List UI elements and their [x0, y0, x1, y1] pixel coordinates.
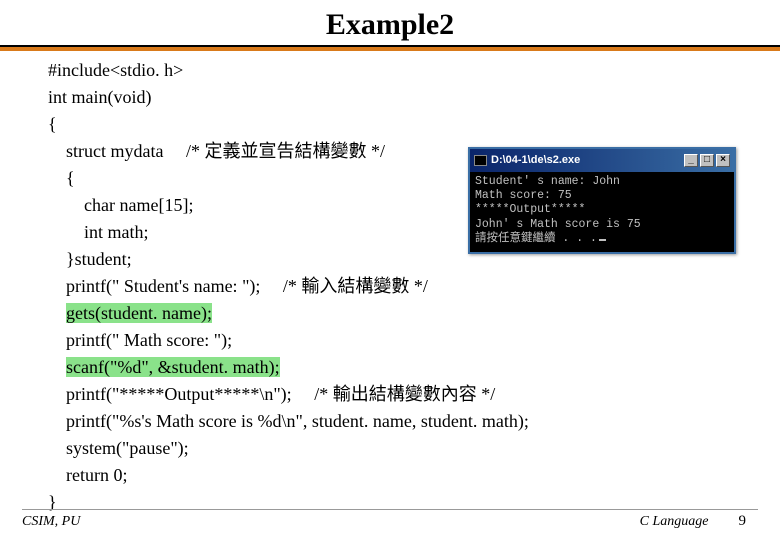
code-line: printf("%s's Math score is %d\n", studen…	[48, 408, 732, 435]
console-titlebar: D:\04-1\de\s2.exe _ □ ×	[470, 149, 734, 172]
code-text: struct mydata	[66, 141, 186, 161]
footer-left: CSIM, PU	[22, 514, 80, 530]
highlighted-code: scanf("%d", &student. math);	[66, 357, 280, 377]
slide-title: Example2	[0, 8, 780, 42]
console-line: Student' s name: John	[475, 175, 620, 188]
code-comment: /* 輸出結構變數內容 */	[314, 384, 495, 404]
code-line: gets(student. name);	[48, 300, 732, 327]
content-area: #include<stdio. h> int main(void) { stru…	[0, 57, 780, 516]
minimize-button[interactable]: _	[684, 154, 698, 167]
code-line: {	[48, 111, 732, 138]
console-window: D:\04-1\de\s2.exe _ □ × Student' s name:…	[468, 147, 736, 254]
code-text: printf(" Student's name: ");	[66, 276, 283, 296]
code-line: return 0;	[48, 462, 732, 489]
code-line: scanf("%d", &student. math);	[48, 354, 732, 381]
console-line: 請按任意鍵繼續 . . .	[475, 232, 597, 245]
console-app-icon	[474, 155, 487, 166]
page-number: 9	[739, 513, 747, 530]
console-title-left: D:\04-1\de\s2.exe	[474, 152, 580, 169]
console-title-text: D:\04-1\de\s2.exe	[491, 152, 580, 169]
code-line: int main(void)	[48, 84, 732, 111]
maximize-button[interactable]: □	[700, 154, 714, 167]
code-line: system("pause");	[48, 435, 732, 462]
code-comment: /* 定義並宣告結構變數 */	[186, 141, 385, 161]
slide: Example2 #include<stdio. h> int main(voi…	[0, 0, 780, 540]
code-text: printf("*****Output*****\n");	[66, 384, 314, 404]
divider-accent	[0, 47, 780, 51]
footer-divider	[22, 509, 758, 510]
code-line: printf(" Student's name: "); /* 輸入結構變數 *…	[48, 273, 732, 300]
footer: CSIM, PU C Language 9	[0, 509, 780, 530]
console-cursor	[599, 239, 606, 241]
console-output: Student' s name: John Math score: 75 ***…	[470, 172, 734, 253]
code-comment: /* 輸入結構變數 */	[283, 276, 428, 296]
highlighted-code: gets(student. name);	[66, 303, 212, 323]
console-line: Math score: 75	[475, 189, 572, 202]
code-line: printf("*****Output*****\n"); /* 輸出結構變數內…	[48, 381, 732, 408]
footer-course: C Language	[640, 514, 709, 530]
console-line: John' s Math score is 75	[475, 218, 641, 231]
console-line: *****Output*****	[475, 203, 585, 216]
code-line: #include<stdio. h>	[48, 57, 732, 84]
window-controls: _ □ ×	[684, 154, 730, 167]
footer-right: C Language 9	[640, 513, 758, 530]
footer-row: CSIM, PU C Language 9	[22, 513, 758, 530]
close-button[interactable]: ×	[716, 154, 730, 167]
code-line: printf(" Math score: ");	[48, 327, 732, 354]
